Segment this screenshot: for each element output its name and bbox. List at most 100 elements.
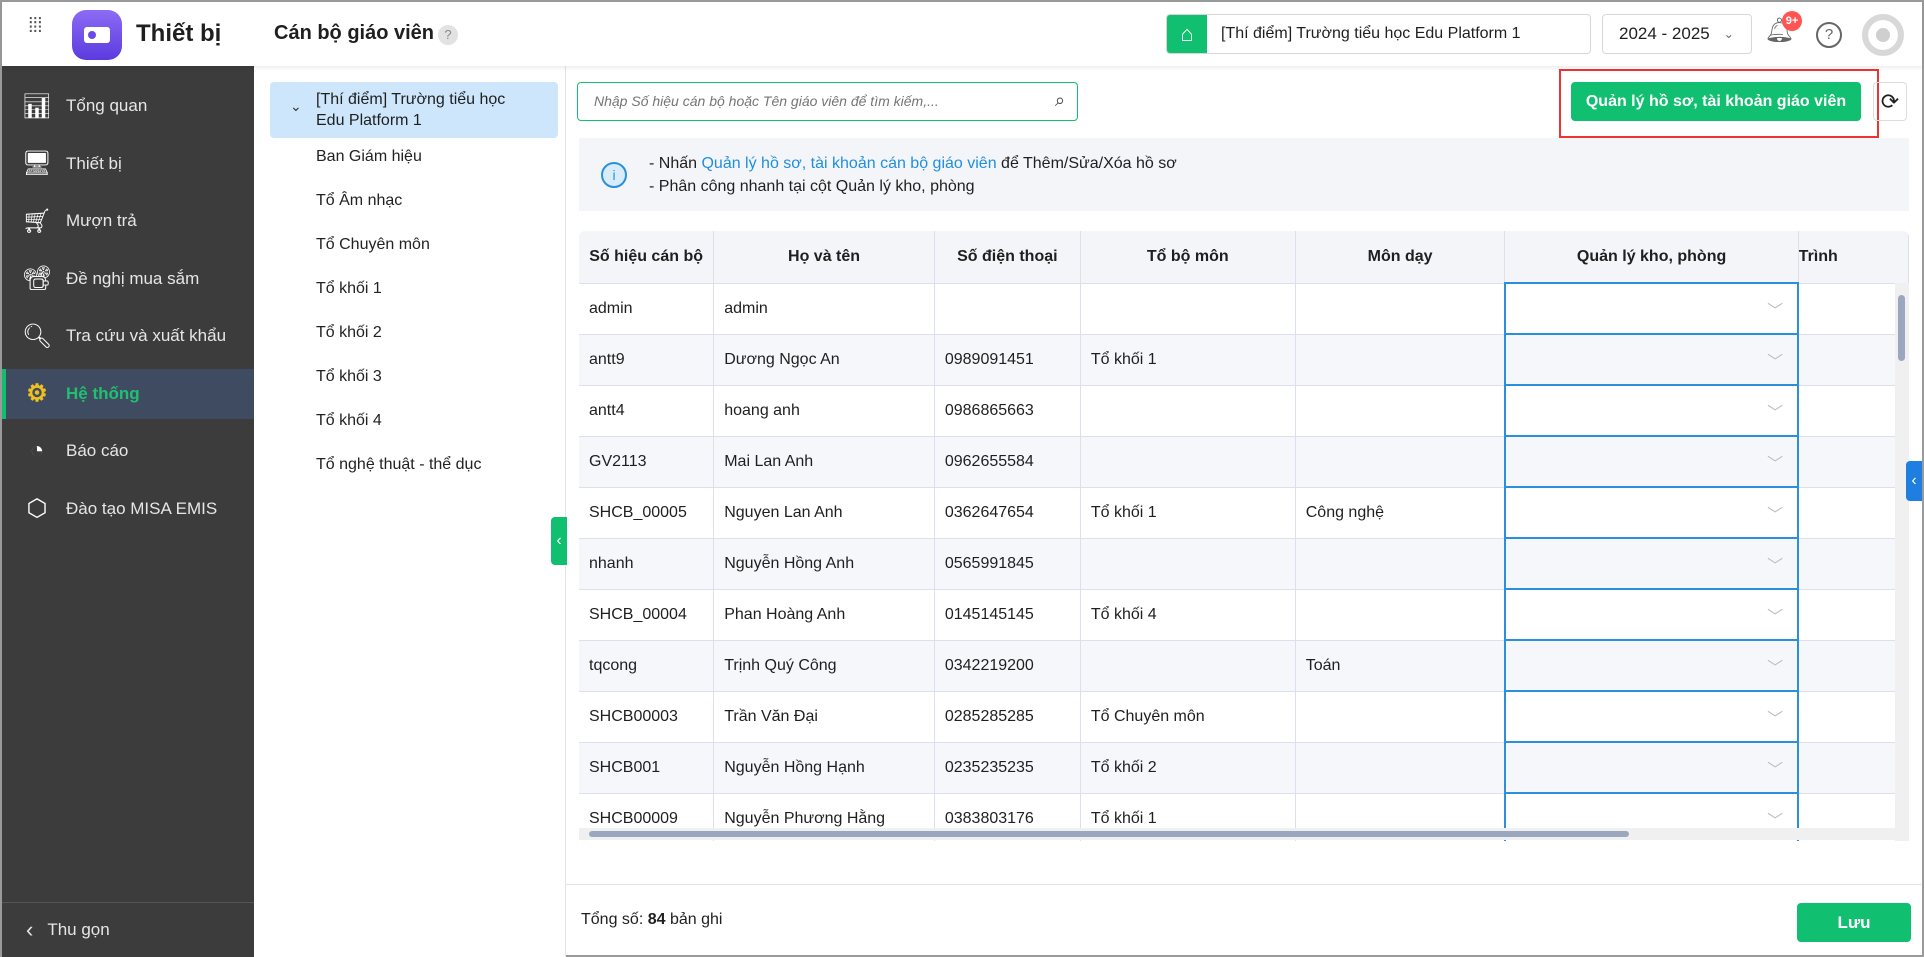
search-input[interactable]: ⌕ <box>577 82 1078 121</box>
table-row[interactable]: SHCB_00005 Nguyen Lan Anh 0362647654 Tổ khố… <box>579 486 1909 539</box>
table-cell <box>1080 283 1296 335</box>
warehouse-room-dropdown[interactable]: ﹀ <box>1503 333 1800 386</box>
table-cell: Dương Ngọc An <box>713 334 935 386</box>
tree-item[interactable]: Ban Giám hiệu <box>316 148 422 166</box>
sidebar-item-label: Tổng quan <box>66 96 148 115</box>
warehouse-room-dropdown[interactable]: ﹀ <box>1503 537 1800 590</box>
collapse-button[interactable]: ‹ Thu gọn <box>2 902 254 957</box>
chevron-left-icon: ‹ <box>26 917 34 942</box>
panel-toggle-left[interactable]: ‹ <box>551 517 567 565</box>
table-cell: Tổ khối 2 <box>1080 742 1296 794</box>
sidebar-item-label: Đề nghị mua sắm <box>66 268 200 288</box>
sidebar-item-4[interactable]: 📽︎ Đề nghị mua sắm <box>2 254 254 304</box>
tree-item[interactable]: Tổ khối 1 <box>316 280 382 298</box>
info-icon: i <box>601 162 627 188</box>
year-select[interactable]: 2024 - 2025 ⌄ <box>1602 14 1752 54</box>
table-row[interactable]: antt9 Dương Ngọc An 0989091451 Tổ khối 1 ﹀ <box>579 333 1909 386</box>
chevron-down-icon: ﹀ <box>1767 558 1784 575</box>
vertical-scrollbar[interactable] <box>1895 283 1909 841</box>
main-content: ⌕ Quản lý hồ sơ, tài khoản giáo viên ⟳ i… <box>566 66 1922 957</box>
table-cell <box>1080 436 1296 488</box>
refresh-button[interactable]: ⟳ <box>1873 82 1907 121</box>
tree-item[interactable]: Tổ Âm nhạc <box>316 192 402 210</box>
table-cell <box>1798 385 1909 437</box>
warehouse-room-dropdown[interactable]: ﹀ <box>1503 588 1800 641</box>
table-cell: tqcong <box>579 640 715 692</box>
table-row[interactable]: antt4 hoang anh 0986865663 ﹀ <box>579 384 1909 437</box>
warehouse-room-dropdown[interactable]: ﹀ <box>1503 486 1800 539</box>
table-cell: 0989091451 <box>934 334 1081 386</box>
horizontal-scrollbar[interactable] <box>579 828 1909 840</box>
chevron-down-icon: ﹀ <box>1767 711 1784 728</box>
save-button[interactable]: Lưu <box>1797 903 1911 942</box>
table-row[interactable]: SHCB001 Nguyễn Hồng Hạnh 0235235235 Tổ khối… <box>579 741 1909 794</box>
help-icon[interactable]: ? <box>1816 22 1842 48</box>
year-value: 2024 - 2025 <box>1619 24 1710 43</box>
staff-table: Số hiệu cán bộ Họ và tên Số điện thoại Tổ b… <box>579 231 1909 841</box>
chevron-down-icon: ﹀ <box>1767 354 1784 371</box>
table-row[interactable]: tqcong Trịnh Quý Công 0342219200 Toán ﹀ <box>579 639 1909 692</box>
total-label: Tổng số: <box>581 911 644 928</box>
table-cell <box>1295 283 1506 335</box>
tree-item[interactable]: Tổ khối 4 <box>316 412 382 430</box>
table-cell <box>1798 742 1909 794</box>
search-field[interactable] <box>594 83 1034 119</box>
sidebar-item-1[interactable]: 📊︎ Tổng quan <box>2 81 254 131</box>
table-cell: SHCB001 <box>579 742 715 794</box>
tree-item[interactable]: Tổ khối 3 <box>316 368 382 386</box>
tree-item[interactable]: Tổ khối 2 <box>316 324 382 342</box>
table-row[interactable]: GV2113 Mai Lan Anh 0962655584 ﹀ <box>579 435 1909 488</box>
warehouse-room-dropdown[interactable]: ﹀ <box>1503 384 1800 437</box>
notification-badge: 9+ <box>1782 11 1802 31</box>
info-text: - Nhấn <box>649 155 702 172</box>
sidebar-item-5[interactable]: 🔍︎ Tra cứu và xuất khẩu <box>2 311 254 361</box>
table-cell: Tổ khối 4 <box>1080 589 1296 641</box>
search-icon[interactable]: ⌕ <box>1055 90 1065 111</box>
table-cell <box>1295 691 1506 743</box>
table-row[interactable]: SHCB_00004 Phan Hoàng Anh 0145145145 Tổ khố… <box>579 588 1909 641</box>
table-cell: SHCB_00004 <box>579 589 715 641</box>
sidebar-item-7[interactable]: ◔ Báo cáo <box>2 426 254 476</box>
table-cell <box>1798 538 1909 590</box>
table-row[interactable]: nhanh Nguyễn Hồng Anh 0565991845 ﹀ <box>579 537 1909 590</box>
tree-root[interactable]: ⌄ [Thí điểm] Trường tiểu học Edu Platfor… <box>270 82 558 138</box>
info-link[interactable]: Quản lý hồ sơ, tài khoản cán bộ giáo viê… <box>701 155 996 172</box>
tree-item[interactable]: Tổ Chuyên môn <box>316 236 430 254</box>
table-cell: Nguyễn Hồng Hạnh <box>713 742 935 794</box>
sidebar-item-label: Thiết bị <box>66 153 122 173</box>
warehouse-room-dropdown[interactable]: ﹀ <box>1503 435 1800 488</box>
warehouse-room-dropdown[interactable]: ﹀ <box>1503 690 1800 743</box>
sidebar-item-3[interactable]: 🛒︎ Mượn trả <box>2 196 254 246</box>
department-tree: ⌄ [Thí điểm] Trường tiểu học Edu Platfor… <box>254 66 566 957</box>
help-badge[interactable]: ? <box>438 25 458 45</box>
table-cell: GV2113 <box>579 436 715 488</box>
manage-profiles-button[interactable]: Quản lý hồ sơ, tài khoản giáo viên <box>1571 82 1861 121</box>
table-row[interactable]: SHCB00003 Trần Văn Đại 0285285285 Tổ Chuyên… <box>579 690 1909 743</box>
school-icon: ⌂ <box>1167 15 1207 53</box>
avatar[interactable] <box>1862 14 1904 56</box>
sidebar-item-2[interactable]: 🖥︎ Thiết bị <box>2 139 254 189</box>
info-box: i - Nhấn Quản lý hồ sơ, tài khoản cán bộ… <box>579 138 1909 211</box>
warehouse-room-dropdown[interactable]: ﹀ <box>1503 741 1800 794</box>
table-cell <box>1295 538 1506 590</box>
table-cell: Phan Hoàng Anh <box>713 589 935 641</box>
warehouse-room-dropdown[interactable]: ﹀ <box>1503 639 1800 692</box>
column-header: Số hiệu cán bộ <box>579 231 715 284</box>
cart-icon: 🛒︎ <box>21 207 53 235</box>
tree-item[interactable]: Tổ nghệ thuật - thể dục <box>316 456 481 474</box>
sidebar-item-8[interactable]: ⬡ Đào tạo MISA EMIS <box>2 484 254 534</box>
table-cell: 0285285285 <box>934 691 1081 743</box>
school-selector[interactable]: ⌂ [Thí điểm] Trường tiểu học Edu Platfor… <box>1166 14 1591 54</box>
warehouse-room-dropdown[interactable]: ﹀ <box>1503 282 1800 335</box>
table-cell: 0342219200 <box>934 640 1081 692</box>
sidebar-item-6[interactable]: ⚙︎ Hệ thống <box>2 368 254 419</box>
panel-toggle-right[interactable]: ‹ <box>1906 461 1922 501</box>
table-cell <box>1798 436 1909 488</box>
page-title: Cán bộ giáo viên <box>274 22 435 44</box>
apps-grid-icon[interactable]: ⁞⁞⁞ <box>28 16 43 36</box>
table-cell: SHCB00003 <box>579 691 715 743</box>
table-cell: Tổ khối 1 <box>1080 334 1296 386</box>
table-cell: 0235235235 <box>934 742 1081 794</box>
table-row[interactable]: admin admin ﹀ <box>579 282 1909 335</box>
table-cell: admin <box>579 283 715 335</box>
